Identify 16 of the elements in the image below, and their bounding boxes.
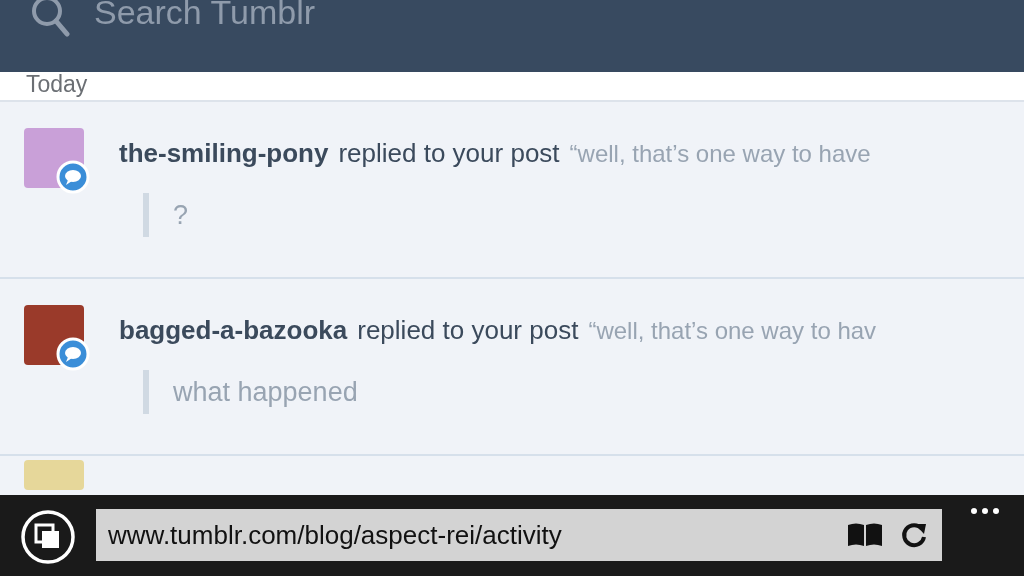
- more-icon[interactable]: [970, 507, 1000, 515]
- username-link[interactable]: bagged-a-bazooka: [119, 315, 348, 346]
- book-icon[interactable]: [846, 522, 884, 548]
- reply-text: ?: [173, 199, 189, 231]
- section-heading: Today: [26, 72, 88, 96]
- address-field[interactable]: www.tumblr.com/blog/aspect-rei/activity: [96, 509, 942, 561]
- action-text: replied to your post: [357, 315, 579, 346]
- refresh-icon[interactable]: [900, 521, 928, 549]
- reply-badge-icon: [56, 337, 90, 371]
- tabs-icon[interactable]: [20, 509, 76, 565]
- search-icon: [30, 0, 70, 38]
- username-link[interactable]: the-smiling-pony: [119, 138, 329, 169]
- reply-badge-icon: [56, 160, 90, 194]
- url-text: www.tumblr.com/blog/aspect-rei/activity: [108, 519, 563, 551]
- reply-text: what happened: [173, 376, 358, 408]
- action-text: replied to your post: [338, 138, 560, 169]
